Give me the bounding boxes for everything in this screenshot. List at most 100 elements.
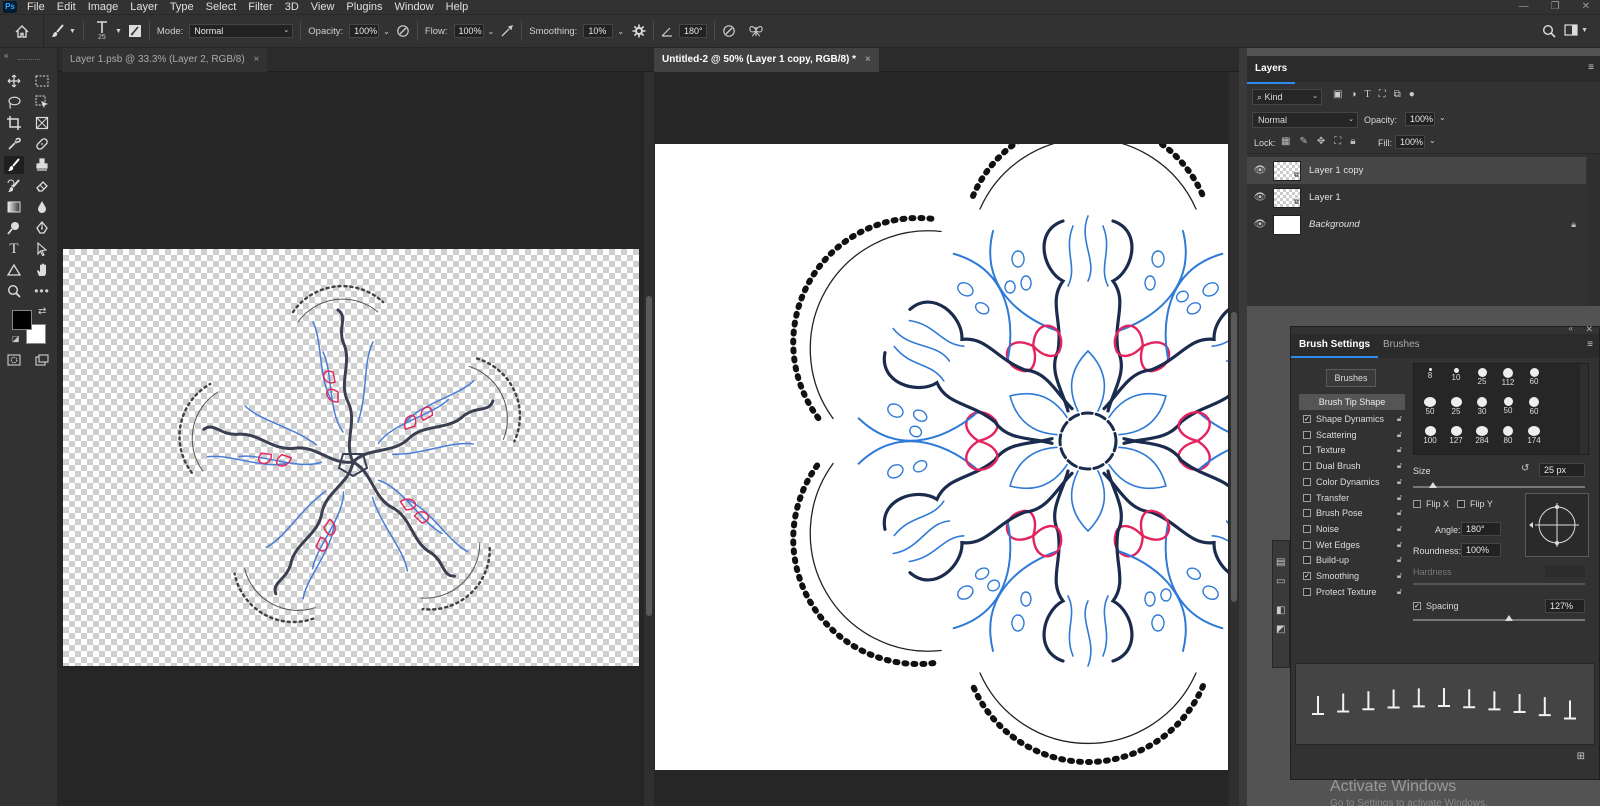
close-icon[interactable]: × <box>865 54 871 65</box>
unlock-icon[interactable]: 🔓︎ <box>1397 508 1402 518</box>
size-input[interactable]: 25 px <box>1539 463 1585 477</box>
brush-tip-preset[interactable]: 25 <box>1444 395 1468 425</box>
paths-icon[interactable]: ◩ <box>1276 624 1289 635</box>
workspace-button[interactable]: ▼ <box>1564 24 1588 36</box>
filter-kind-select[interactable]: ⌕ Kind ⌄ <box>1252 89 1322 105</box>
close-icon[interactable]: ✕ <box>1582 0 1590 13</box>
tab-document-1[interactable]: Layer 1.psb @ 33.3% (Layer 2, RGB/8) × <box>62 48 268 72</box>
mode-select[interactable]: Normal ⌄ <box>189 15 294 47</box>
tab-brushes[interactable]: Brushes <box>1375 334 1428 356</box>
angle-input[interactable]: 180° <box>1461 522 1501 536</box>
blur-tool[interactable] <box>32 198 52 216</box>
flow-input[interactable]: 100% <box>453 24 484 38</box>
edit-toolbar-button[interactable]: ••• <box>32 282 52 300</box>
panel-menu-icon[interactable]: ≡ <box>1587 339 1593 350</box>
checkbox[interactable] <box>1303 556 1311 565</box>
frame-tool[interactable] <box>32 114 52 132</box>
brush-tip-preset[interactable]: 284 <box>1470 424 1494 454</box>
scrollbar-thumb[interactable] <box>1231 312 1237 602</box>
menu-edit[interactable]: Edit <box>51 0 82 14</box>
checkbox[interactable] <box>1413 500 1421 508</box>
unlock-icon[interactable]: 🔓︎ <box>1397 540 1402 550</box>
brush-tip-preset[interactable]: 30 <box>1470 395 1494 425</box>
marquee-tool[interactable] <box>32 72 52 90</box>
angle-roundness-widget[interactable] <box>1525 493 1589 557</box>
brush-tip-preset[interactable]: 60 <box>1522 395 1546 425</box>
unlock-icon[interactable]: 🔓︎ <box>1397 477 1402 487</box>
checkbox[interactable] <box>1303 509 1311 518</box>
canvas-layer1-psb[interactable] <box>63 249 639 666</box>
healing-brush-tool[interactable] <box>32 135 52 153</box>
filter-pixel-icon[interactable]: ▣ <box>1333 89 1342 100</box>
checkbox[interactable] <box>1303 446 1311 455</box>
toggle-brush-settings-button[interactable] <box>128 15 142 47</box>
brush-option-protect-texture[interactable]: Protect Texture 🔓︎ <box>1299 584 1405 600</box>
lock-icon[interactable]: 🔒︎ <box>1571 219 1576 230</box>
unlock-icon[interactable]: 🔓︎ <box>1397 571 1402 581</box>
lasso-tool[interactable] <box>4 93 24 111</box>
pen-tool[interactable] <box>32 219 52 237</box>
unlock-icon[interactable]: 🔓︎ <box>1397 461 1402 471</box>
unlock-icon[interactable]: 🔓︎ <box>1397 555 1402 565</box>
lock-position-icon[interactable]: ✥ <box>1317 136 1325 147</box>
collapse-arrows-icon[interactable]: « <box>1569 324 1573 333</box>
brush-tip-preset[interactable]: 174 <box>1522 424 1546 454</box>
brush-option-build-up[interactable]: Build-up 🔓︎ <box>1299 552 1405 568</box>
brush-tip-preset[interactable]: 50 <box>1496 395 1520 425</box>
brush-option-smoothing[interactable]: ✓ Smoothing 🔓︎ <box>1299 568 1405 584</box>
comment-icon[interactable]: ▭ <box>1276 576 1289 587</box>
tool-preset-picker[interactable]: ▼ <box>50 15 76 47</box>
brush-option-shape-dynamics[interactable]: ✓ Shape Dynamics 🔓︎ <box>1299 411 1405 427</box>
chevron-down-icon[interactable]: ▼ <box>115 28 122 35</box>
spacing-slider-knob[interactable] <box>1505 615 1513 621</box>
mode-value-box[interactable]: Normal ⌄ <box>189 24 294 38</box>
screen-mode-button[interactable] <box>32 351 52 369</box>
history-brush-tool[interactable] <box>4 177 24 195</box>
brush-option-transfer[interactable]: Transfer 🔓︎ <box>1299 490 1405 506</box>
unlock-icon[interactable]: 🔓︎ <box>1397 493 1402 503</box>
eraser-tool[interactable] <box>32 177 52 195</box>
shape-tool[interactable] <box>4 261 24 279</box>
brush-option-noise[interactable]: Noise 🔓︎ <box>1299 521 1405 537</box>
stamp-tool[interactable] <box>32 156 52 174</box>
checkbox[interactable] <box>1457 500 1465 508</box>
type-tool[interactable]: T <box>4 240 24 258</box>
lock-transparent-icon[interactable]: ▦ <box>1281 136 1290 147</box>
spacing-checkbox[interactable]: ✓ Spacing <box>1413 601 1459 611</box>
brush-tool[interactable] <box>4 156 24 174</box>
hand-tool[interactable] <box>32 261 52 279</box>
chevron-down-icon[interactable]: ⌄ <box>1439 113 1446 122</box>
lock-artboard-icon[interactable]: ⛶ <box>1334 136 1341 147</box>
home-button[interactable] <box>0 15 44 47</box>
brush-tip-preset[interactable]: 80 <box>1496 424 1520 454</box>
symmetry-button[interactable] <box>748 15 764 47</box>
airbrush-button[interactable] <box>500 15 514 47</box>
menu-plugins[interactable]: Plugins <box>340 0 388 14</box>
filter-type-icon[interactable]: T <box>1365 89 1371 100</box>
flip-y-checkbox[interactable]: Flip Y <box>1457 499 1493 509</box>
brush-option-color-dynamics[interactable]: Color Dynamics 🔓︎ <box>1299 474 1405 490</box>
tab-brush-settings[interactable]: Brush Settings <box>1291 334 1379 358</box>
brush-tips-grid[interactable]: 8 10 25 112 60 50 25 30 50 60 100 127 284 80 174 <box>1413 363 1589 455</box>
close-icon[interactable]: × <box>253 54 259 65</box>
chevron-down-icon[interactable]: ⌄ <box>488 27 495 36</box>
flip-x-checkbox[interactable]: Flip X <box>1413 499 1449 509</box>
smoothing-input[interactable]: 10% <box>583 24 614 38</box>
brush-option-scattering[interactable]: Scattering 🔓︎ <box>1299 427 1405 443</box>
checkbox[interactable] <box>1303 493 1311 502</box>
filter-shape-icon[interactable]: ⛶ <box>1379 89 1386 100</box>
brush-tip-preset[interactable]: 127 <box>1444 424 1468 454</box>
checkbox[interactable] <box>1303 462 1311 471</box>
menu-3d[interactable]: 3D <box>279 0 305 14</box>
dodge-tool[interactable] <box>4 219 24 237</box>
fill-input[interactable]: 100% <box>1395 135 1425 149</box>
menu-layer[interactable]: Layer <box>124 0 164 14</box>
brush-tip-preset[interactable]: 112 <box>1496 366 1520 396</box>
menu-type[interactable]: Type <box>164 0 200 14</box>
brush-option-texture[interactable]: Texture 🔓︎ <box>1299 442 1405 458</box>
filter-smart-object-icon[interactable]: ⧉ <box>1394 89 1401 100</box>
brush-tip-preset[interactable]: 25 <box>1470 366 1494 396</box>
reset-size-icon[interactable]: ↺ <box>1521 463 1529 474</box>
filter-adjustment-icon[interactable]: ◑ <box>1350 89 1356 100</box>
canvas-untitled-2[interactable] <box>655 144 1228 770</box>
